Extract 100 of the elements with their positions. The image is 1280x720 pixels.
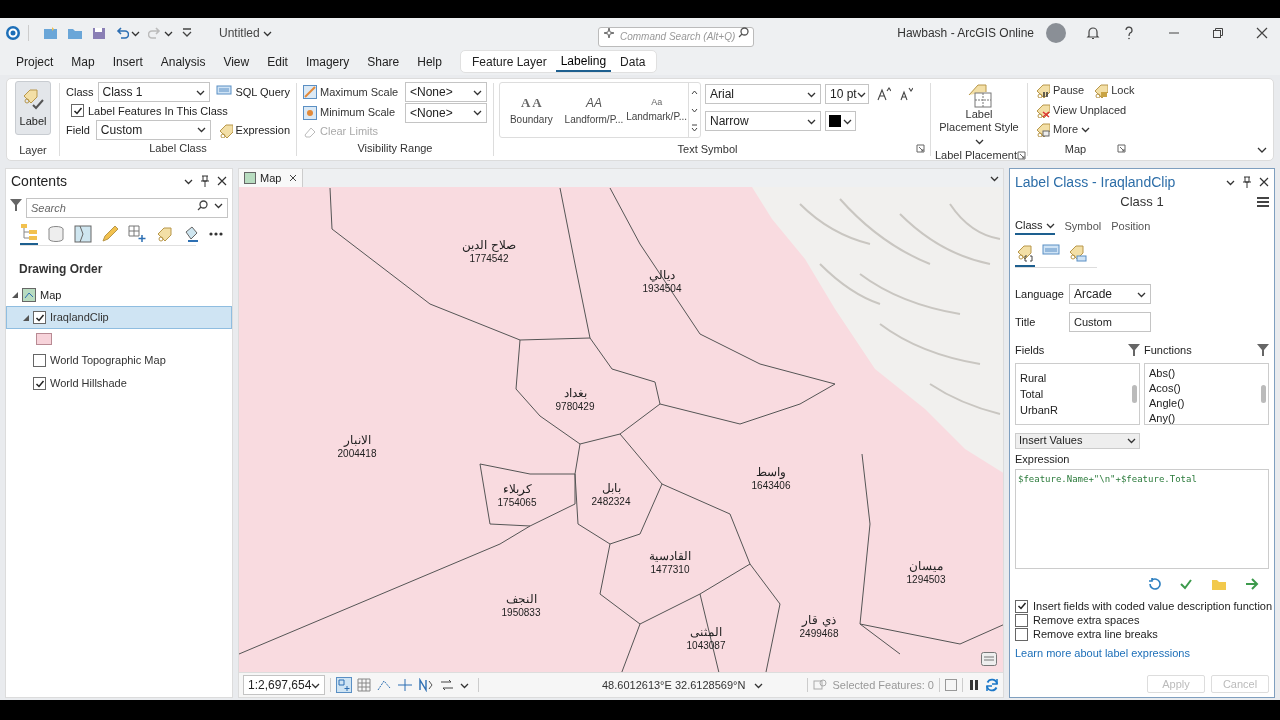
map-scale-dropdown[interactable]: 1:2,697,654 (243, 675, 325, 696)
text-style-item[interactable]: Aa Landmark/P... (625, 95, 688, 125)
view-unplaced-button[interactable]: View Unplaced (1034, 101, 1126, 118)
dialog-launcher-icon[interactable] (916, 144, 925, 154)
avatar[interactable] (1046, 23, 1066, 43)
minimum-scale-button[interactable]: Minimum Scale (303, 104, 396, 121)
text-style-item[interactable]: AA Landform/P... (563, 93, 625, 127)
tag-table-icon[interactable] (1067, 243, 1087, 263)
tree-item[interactable]: Map (40, 286, 62, 304)
list-item[interactable]: Any() (1149, 410, 1258, 424)
more-button[interactable]: More (1034, 121, 1126, 138)
close-icon[interactable] (217, 176, 227, 186)
language-dropdown[interactable]: Arcade (1069, 284, 1151, 304)
app-logo-icon[interactable] (6, 26, 20, 40)
ribbon-tab[interactable]: Share (361, 50, 406, 73)
tag-icon[interactable] (155, 225, 173, 243)
symbol-swatch[interactable] (36, 333, 52, 345)
ribbon-tab[interactable]: Labeling (555, 51, 612, 72)
font-dropdown[interactable]: Arial (705, 84, 821, 104)
user-account-name[interactable]: Hawbash - ArcGIS Online (897, 24, 1034, 42)
close-icon[interactable] (289, 174, 298, 182)
help-icon[interactable] (1124, 26, 1134, 40)
save-icon[interactable] (91, 26, 107, 40)
ribbon-tab[interactable]: Imagery (299, 50, 356, 73)
expand-triangle-icon[interactable] (23, 314, 29, 321)
font-size-dropdown[interactable]: 10 pt (825, 84, 869, 104)
table-icon[interactable] (945, 679, 957, 692)
label-placement-style-button[interactable]: Label Placement Style (934, 82, 1024, 147)
pause-button[interactable]: Pause (1034, 82, 1085, 99)
dialog-launcher-icon[interactable] (1016, 150, 1026, 160)
decrease-font-size-icon[interactable] (899, 87, 913, 101)
north-arrow-icon[interactable] (418, 678, 434, 693)
checkbox[interactable] (1015, 599, 1028, 613)
ribbon-tab[interactable]: Insert (106, 50, 149, 73)
map-tab[interactable]: Map (239, 169, 304, 187)
command-search-field[interactable]: Command Search (Alt+Q) (598, 26, 754, 47)
text-style-item[interactable]: A A Boundary (500, 92, 563, 128)
reset-icon[interactable] (1147, 577, 1161, 591)
increase-font-size-icon[interactable] (877, 87, 891, 101)
list-item[interactable]: Acos() (1149, 380, 1258, 396)
customize-icon[interactable] (181, 27, 193, 39)
expression-button[interactable]: Expression (216, 121, 290, 139)
checkbox[interactable] (1015, 613, 1028, 627)
expression-tag-icon[interactable] (1015, 243, 1035, 263)
ribbon-tab[interactable]: Map (65, 50, 101, 73)
dialog-launcher-icon[interactable] (1117, 144, 1126, 154)
pencil-icon[interactable] (101, 225, 119, 243)
field-dropdown[interactable]: Custom (95, 119, 211, 140)
close-icon[interactable] (1256, 27, 1268, 39)
more-options-icon[interactable] (209, 232, 223, 236)
lock-button[interactable]: Lock (1092, 82, 1135, 99)
verify-icon[interactable] (1179, 577, 1193, 591)
insert-values-dropdown[interactable]: Insert Values (1015, 432, 1140, 449)
checkbox[interactable] (1015, 627, 1028, 641)
ribbon-tab[interactable]: Edit (261, 50, 294, 73)
ribbon-tab[interactable]: Feature Layer (466, 51, 552, 72)
checkbox[interactable] (33, 311, 46, 324)
pane-tab[interactable]: Symbol (1064, 217, 1102, 235)
notification-bell-icon[interactable] (1086, 26, 1100, 40)
sql-query-button[interactable]: SQL Query (216, 83, 290, 101)
pane-tab[interactable]: Class (1015, 217, 1055, 235)
pause-drawing-icon[interactable] (968, 679, 980, 692)
ribbon-tab[interactable]: View (217, 50, 256, 73)
restore-icon[interactable] (1212, 27, 1224, 39)
filter-icon[interactable] (1128, 343, 1140, 358)
checkbox[interactable] (33, 377, 46, 390)
layer-row[interactable]: IraqlandClip (6, 306, 232, 329)
expand-triangle-icon[interactable] (12, 292, 18, 298)
layer-row[interactable]: World Hillshade (6, 372, 232, 395)
arrow-right-icon[interactable] (1245, 577, 1259, 591)
text-color-dropdown[interactable] (825, 111, 856, 131)
ribbon-tab[interactable]: Project (10, 50, 60, 73)
label-button[interactable]: Label (15, 81, 51, 135)
map-tips-icon[interactable] (981, 652, 997, 667)
list-item[interactable]: Total (1020, 385, 1129, 402)
maximum-scale-button[interactable]: Maximum Scale (303, 83, 399, 101)
close-icon[interactable] (1259, 177, 1269, 187)
title-field[interactable]: Custom (1069, 312, 1151, 332)
ribbon-tab[interactable]: Help (411, 50, 448, 73)
filter-icon[interactable] (10, 198, 22, 212)
pane-tab[interactable]: Position (1111, 217, 1151, 235)
pin-icon[interactable] (201, 175, 209, 187)
layer-row[interactable]: World Topographic Map (6, 349, 232, 372)
snapping-icon[interactable] (376, 678, 392, 693)
list-item[interactable]: UrbanR (1020, 401, 1129, 418)
checkbox[interactable] (33, 354, 46, 367)
database-icon[interactable] (47, 225, 65, 243)
checkbox[interactable] (71, 104, 84, 118)
font-style-dropdown[interactable]: Narrow (705, 111, 821, 131)
list-item[interactable]: Angle() (1149, 395, 1258, 411)
list-item[interactable]: Abs() (1149, 365, 1258, 381)
filter-icon[interactable] (1257, 343, 1269, 358)
ribbon-tab[interactable]: Analysis (154, 50, 212, 73)
refresh-icon[interactable] (985, 678, 999, 693)
learn-more-link[interactable]: Learn more about label expressions (1015, 645, 1269, 662)
add-grid-icon[interactable] (128, 225, 146, 243)
search-field[interactable]: Search (26, 198, 228, 218)
correction-icon[interactable] (439, 678, 455, 693)
expression-editor[interactable]: $feature.Name+"\n"+$feature.Total (1015, 469, 1269, 569)
class-dropdown[interactable]: Class 1 (97, 82, 211, 102)
